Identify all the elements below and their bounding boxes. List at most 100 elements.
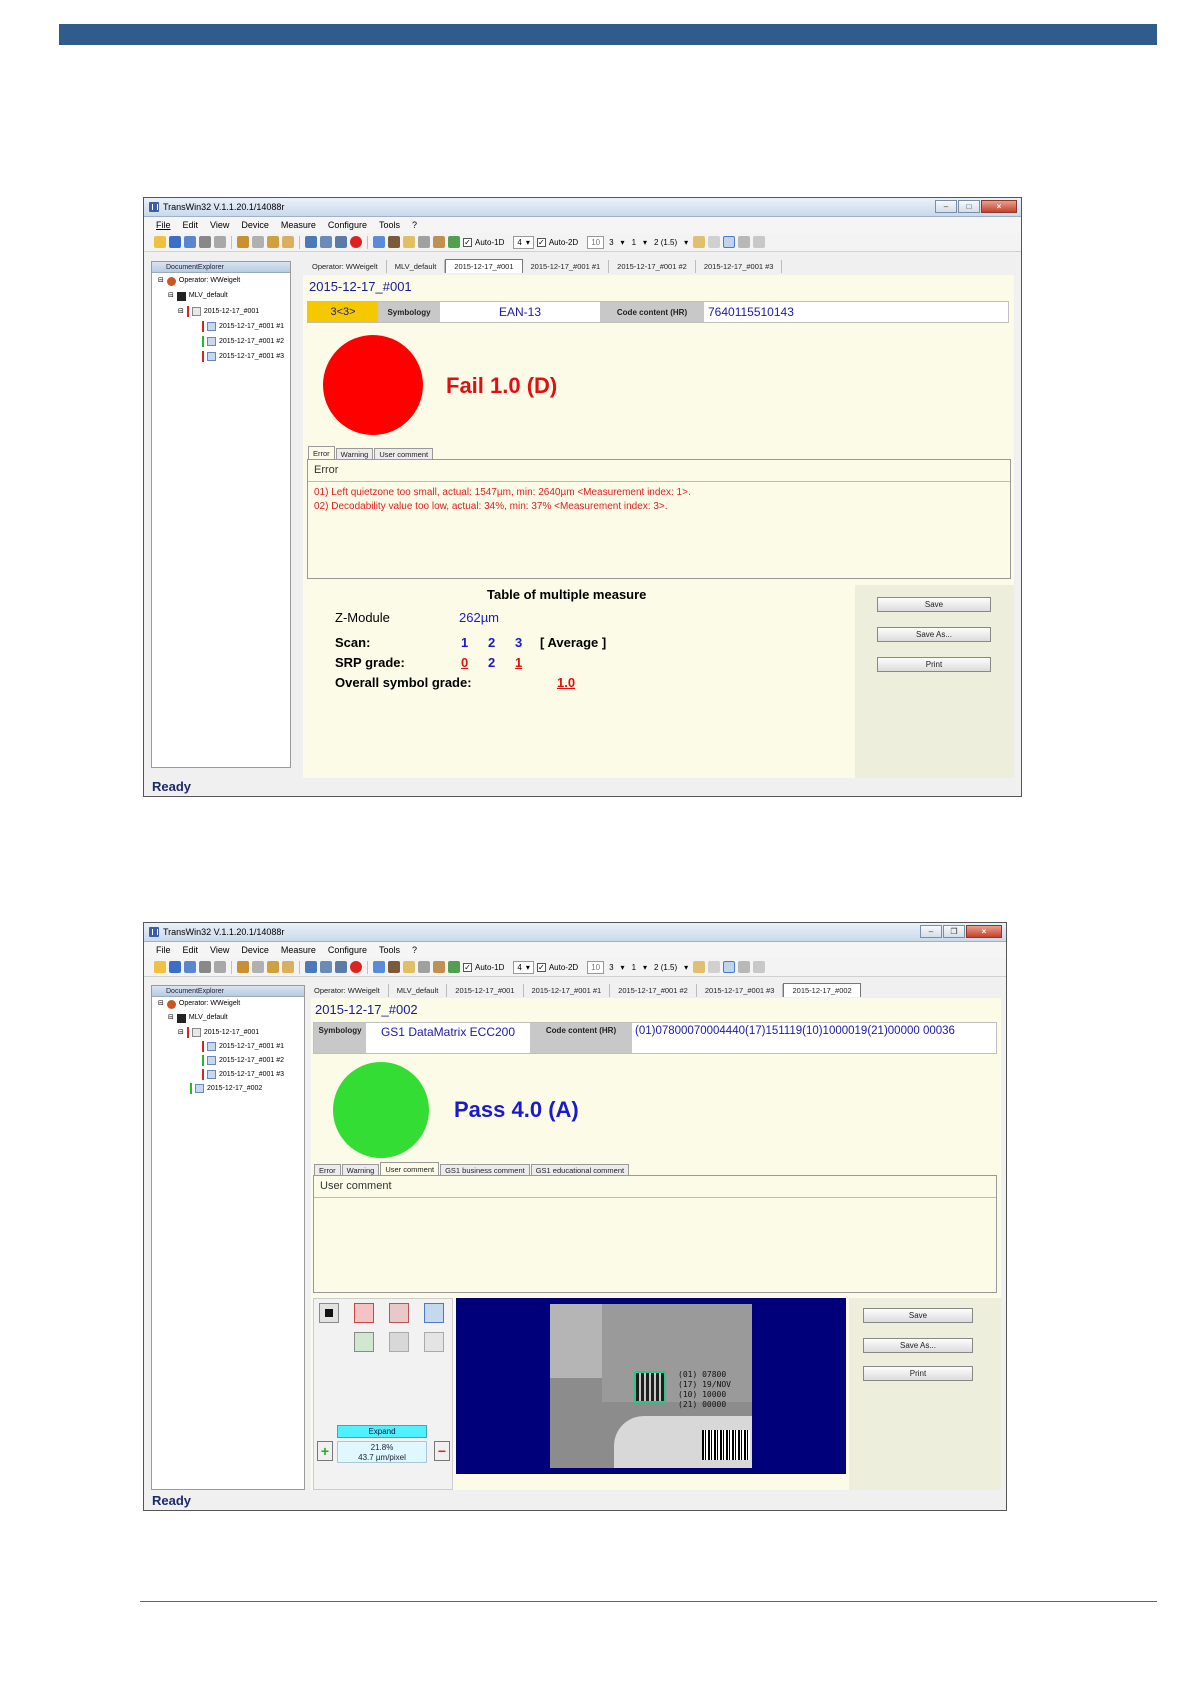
chevron-down-icon[interactable]: ▾: [621, 963, 625, 972]
zoom-icon[interactable]: [237, 236, 249, 248]
close-button[interactable]: ×: [966, 925, 1002, 938]
tab-user-comment[interactable]: User comment: [374, 448, 434, 459]
menu-view[interactable]: View: [210, 220, 229, 230]
tab-scan-3[interactable]: 2015-12-17_#001 #3: [696, 260, 783, 273]
auto-1d-checkbox[interactable]: ✓: [463, 962, 472, 972]
menu-file[interactable]: File: [156, 945, 171, 955]
info-icon[interactable]: [753, 236, 766, 248]
menu-help[interactable]: ?: [412, 945, 417, 955]
zoom-out-button[interactable]: −: [434, 1441, 450, 1461]
settings-icon[interactable]: [335, 961, 347, 973]
tree-operator[interactable]: ⊟ Operator: WWeigelt: [158, 276, 240, 286]
pen-icon[interactable]: [693, 961, 706, 973]
chevron-down-icon[interactable]: ▾: [643, 238, 647, 247]
print-preview-icon[interactable]: [214, 961, 226, 973]
menu-measure[interactable]: Measure: [281, 945, 316, 955]
tools-icon[interactable]: [418, 961, 430, 973]
region-green-icon[interactable]: [354, 1332, 374, 1352]
print-button[interactable]: Print: [863, 1366, 973, 1381]
connect-icon[interactable]: [305, 961, 317, 973]
menu-edit[interactable]: Edit: [183, 220, 199, 230]
minimize-button[interactable]: –: [935, 200, 957, 213]
tab-scan-3[interactable]: 2015-12-17_#001 #3: [697, 984, 784, 997]
menu-view[interactable]: View: [210, 945, 229, 955]
tab-document-2[interactable]: 2015-12-17_#002: [783, 983, 861, 997]
open-folder-icon[interactable]: [154, 961, 166, 973]
grid-icon[interactable]: [373, 961, 385, 973]
folder-icon[interactable]: [403, 236, 415, 248]
save-all-icon[interactable]: [184, 961, 196, 973]
tab-document[interactable]: 2015-12-17_#001: [447, 984, 524, 997]
tree-profile[interactable]: ⊟ MLV_default: [168, 291, 228, 301]
menu-tools[interactable]: Tools: [379, 220, 400, 230]
chevron-down-icon[interactable]: ▾: [684, 238, 688, 247]
tab-gs1-business-comment[interactable]: GS1 business comment: [440, 1164, 530, 1175]
scan-count-combo[interactable]: 4 ▾: [513, 235, 534, 249]
tree-document[interactable]: ⊟ 2015-12-17_#001: [178, 1027, 259, 1038]
tree-scan-1[interactable]: 2015-12-17_#001 #1: [202, 321, 284, 332]
stop-icon[interactable]: [350, 961, 362, 973]
tree-scan-2[interactable]: 2015-12-17_#001 #2: [202, 336, 284, 347]
save-icon[interactable]: [169, 961, 181, 973]
gear-icon[interactable]: [738, 961, 751, 973]
menu-configure[interactable]: Configure: [328, 945, 367, 955]
title-bar[interactable]: TransWin32 V.1.1.20.1/14088r – ❐ ×: [144, 923, 1006, 942]
tree-document-2[interactable]: 2015-12-17_#002: [190, 1083, 262, 1094]
device-icon[interactable]: [320, 236, 332, 248]
device-icon[interactable]: [320, 961, 332, 973]
srp-grade[interactable]: 0: [461, 655, 468, 670]
edit-icon[interactable]: [282, 961, 294, 973]
tab-scan-2[interactable]: 2015-12-17_#001 #2: [609, 260, 696, 273]
grid-icon[interactable]: [373, 236, 385, 248]
auto-2d-checkbox[interactable]: ✓: [536, 962, 546, 972]
bookmark-icon[interactable]: [267, 961, 279, 973]
document-icon[interactable]: [708, 236, 721, 248]
title-bar[interactable]: TransWin32 V.1.1.20.1/14088r – □ ×: [144, 198, 1021, 217]
tree-profile[interactable]: ⊟ MLV_default: [168, 1013, 228, 1023]
tab-profile[interactable]: MLV_default: [389, 984, 448, 997]
chevron-down-icon[interactable]: ▾: [621, 238, 625, 247]
tab-operator[interactable]: Operator: WWeigelt: [304, 260, 387, 273]
frame-blue-icon[interactable]: [424, 1303, 444, 1323]
menu-help[interactable]: ?: [412, 220, 417, 230]
save-button[interactable]: Save: [863, 1308, 973, 1323]
chevron-down-icon[interactable]: ▾: [684, 963, 688, 972]
tab-scan-1[interactable]: 2015-12-17_#001 #1: [524, 984, 611, 997]
user-icon[interactable]: [388, 236, 400, 248]
auto-2d-checkbox[interactable]: ✓: [536, 237, 546, 247]
menu-file[interactable]: File: [156, 220, 171, 230]
stop-icon[interactable]: [350, 236, 362, 248]
tree-scan-3[interactable]: 2015-12-17_#001 #3: [202, 351, 284, 362]
comment-panel[interactable]: User comment: [313, 1175, 997, 1293]
tab-error[interactable]: Error: [308, 446, 335, 459]
menu-configure[interactable]: Configure: [328, 220, 367, 230]
chart-icon[interactable]: [448, 236, 460, 248]
folder-icon[interactable]: [403, 961, 415, 973]
crosshair-red-icon[interactable]: [354, 1303, 374, 1323]
menu-device[interactable]: Device: [241, 945, 269, 955]
tab-scan-2[interactable]: 2015-12-17_#001 #2: [610, 984, 697, 997]
report-icon[interactable]: [252, 961, 264, 973]
restore-button[interactable]: ❐: [943, 925, 965, 938]
save-button[interactable]: Save: [877, 597, 991, 612]
user-icon[interactable]: [388, 961, 400, 973]
tree-scan-1[interactable]: 2015-12-17_#001 #1: [202, 1041, 284, 1052]
wrench-icon[interactable]: [433, 236, 445, 248]
tab-error[interactable]: Error: [314, 1164, 341, 1175]
tab-document[interactable]: 2015-12-17_#001: [445, 259, 523, 273]
connect-icon[interactable]: [305, 236, 317, 248]
scan-count-combo[interactable]: 4 ▾: [513, 960, 534, 974]
region-light-icon[interactable]: [424, 1332, 444, 1352]
open-folder-icon[interactable]: [154, 236, 166, 248]
info-icon[interactable]: [753, 961, 766, 973]
report-icon[interactable]: [252, 236, 264, 248]
tab-warning[interactable]: Warning: [341, 1164, 380, 1175]
region-gray-icon[interactable]: [389, 1332, 409, 1352]
print-preview-icon[interactable]: [214, 236, 226, 248]
save-icon[interactable]: [169, 236, 181, 248]
tree-scan-2[interactable]: 2015-12-17_#001 #2: [202, 1055, 284, 1066]
tree-document[interactable]: ⊟ 2015-12-17_#001: [178, 306, 259, 317]
minimize-button[interactable]: –: [920, 925, 942, 938]
chart-icon[interactable]: [448, 961, 460, 973]
menu-edit[interactable]: Edit: [183, 945, 199, 955]
